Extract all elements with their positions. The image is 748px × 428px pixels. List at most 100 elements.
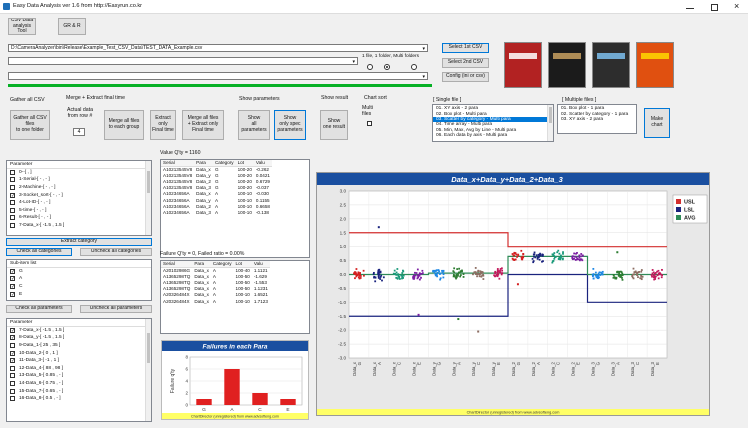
csv-path-input[interactable]: D:\CameraAnalyzer\bin\Release\Example_Te… (8, 44, 428, 52)
book-cover-image[interactable] (504, 42, 542, 88)
list-item[interactable]: 5-time-[ - , - ] (7, 207, 151, 215)
checkbox[interactable] (10, 207, 15, 213)
check-all-categories-button[interactable]: Check all categories (6, 248, 72, 256)
list-item[interactable]: A (7, 275, 151, 283)
list-item[interactable]: C (7, 283, 151, 291)
checkbox[interactable] (10, 350, 15, 356)
show-one-result-button[interactable]: Show one result (320, 110, 348, 140)
checkbox[interactable] (10, 396, 15, 402)
column-header[interactable]: Para (192, 261, 211, 269)
column-header[interactable]: Lot (235, 160, 254, 168)
column-header[interactable]: Lot (233, 261, 252, 269)
multiple-files-list[interactable]: 01. Box plot - 1 para 02. Scatter by cate… (557, 104, 637, 134)
row-number-input[interactable]: 4 (73, 128, 85, 136)
checkbox[interactable] (10, 215, 15, 221)
book-cover-image[interactable] (548, 42, 586, 88)
checkbox[interactable] (10, 169, 15, 175)
column-header[interactable]: Valu (253, 160, 272, 168)
table-row[interactable]: A10234656A Data_x A 100-10 -0.030 (161, 191, 272, 197)
list-item[interactable]: 8-Data_y-[ -1.5 , 1.5 ] (7, 334, 151, 342)
select-1st-csv-button[interactable]: Select 1st CSV (442, 43, 489, 53)
config-button[interactable]: Config (ini or csv) (442, 72, 489, 82)
failure-table[interactable]: Serial Para Category Lot Valu A20102986G Data_… (160, 260, 310, 334)
show-all-params-button[interactable]: Show all parameters (238, 110, 270, 140)
checkbox[interactable] (10, 192, 15, 198)
extract-final-button[interactable]: Extract only Final time (150, 110, 176, 140)
book-cover-image[interactable] (636, 42, 674, 88)
uncheck-all-categories-button[interactable]: Uncheck all categories (80, 248, 152, 256)
gather-csv-button[interactable]: Gather all CSV files to one folder (10, 110, 50, 140)
checkbox[interactable] (10, 177, 15, 183)
list-item[interactable]: 10-Data_2-[ 0 , 1 ] (7, 349, 151, 357)
checkbox[interactable] (10, 223, 15, 229)
maximize-button[interactable] (711, 4, 718, 11)
table-row[interactable]: A10234656A Data_3 A 100-10 -0.138 (161, 210, 272, 216)
checkbox[interactable] (10, 291, 15, 297)
checkbox[interactable] (10, 185, 15, 191)
table-row[interactable]: A20326484X Data_x A 100-10 1.7123 (161, 299, 270, 305)
list-item[interactable]: 13-Data_5-[ 0.85 , - ] (7, 372, 151, 380)
list-item[interactable]: 7-Data_x-[ -1.5 , 1.5 ] (7, 222, 151, 230)
table-row[interactable]: A20326484X Data_x A 100-10 1.6521 (161, 292, 270, 298)
radio-one-file[interactable] (367, 64, 373, 70)
list-item[interactable]: 11-Data_3-[ -1 , 1 ] (7, 357, 151, 365)
extract-category-button[interactable]: Extract category (6, 238, 152, 246)
list-item[interactable]: 4-Lot-ID-[ - , - ] (7, 199, 151, 207)
list-item[interactable]: 15-Data_7-[ 0.65 , - ] (7, 387, 151, 395)
radio-multi-folders[interactable] (411, 64, 417, 70)
checkbox[interactable] (10, 381, 15, 387)
table-row[interactable]: A10213545V8 Data_x G 100-20 -0.262 (161, 167, 272, 174)
list-item[interactable]: 2-Machine-[ - , - ] (7, 184, 151, 192)
gr-rr-button[interactable]: GR & R (58, 18, 86, 35)
list-item[interactable]: 3-Socket_sort-[ - , - ] (7, 191, 151, 199)
column-header[interactable]: Para (194, 160, 213, 168)
checkbox[interactable] (10, 388, 15, 394)
param-list-top[interactable]: Parameter 0--[ , ] 1-Serial-[ - , - ] 2-Ma… (6, 160, 152, 236)
select-2nd-csv-button[interactable]: Select 2nd CSV (442, 58, 489, 68)
csv-tool-button[interactable]: CSV Data analysis Tool (8, 18, 36, 35)
column-header[interactable]: Category (210, 261, 234, 269)
make-chart-button[interactable]: Make chart (644, 108, 670, 138)
single-file-list[interactable]: 01. XY axis - 2 para 02. Box plot - Multi… (432, 104, 554, 142)
list-item[interactable]: 12-Data_4-[ 88 , 98 ] (7, 365, 151, 373)
list-item[interactable]: 06. Each data by axis - Multi para (433, 133, 553, 138)
list-item[interactable]: G (7, 268, 151, 276)
multi-files-checkbox[interactable] (367, 121, 372, 126)
list-item[interactable]: 16-Data_8-[ 0.5 , - ] (7, 395, 151, 403)
checkbox[interactable] (10, 327, 15, 333)
list-item[interactable]: 6-Result-[ - , - ] (7, 214, 151, 222)
column-header[interactable]: Serial (161, 261, 193, 269)
column-header[interactable]: Valu (251, 261, 270, 269)
merge-extract-button[interactable]: Merge all files + Extract only Final tim… (182, 110, 224, 140)
checkbox[interactable] (10, 373, 15, 379)
path2-input[interactable]: ▾ (8, 57, 358, 65)
path3-input[interactable]: ▾ (8, 72, 428, 80)
sub-item-list[interactable]: Sub-item list GACE (6, 259, 152, 301)
list-item[interactable]: 7-Data_x-[ -1.5 , 1.5 ] (7, 327, 151, 335)
list-item[interactable]: 0--[ , ] (7, 169, 151, 177)
table-row[interactable]: A10234656A Data_y A 100-10 0.1155 (161, 198, 272, 204)
param-list-bottom[interactable]: Parameter 7-Data_x-[ -1.5 , 1.5 ] 8-Data_… (6, 318, 152, 422)
table-row[interactable]: A10234656A Data_2 A 100-10 0.6658 (161, 204, 272, 210)
radio-one-folder[interactable] (384, 64, 390, 70)
column-header[interactable]: Category (212, 160, 236, 168)
uncheck-all-params-button[interactable]: Uncheck all parameters (80, 305, 152, 313)
list-item[interactable]: 02. Scatter by category - 1 para (558, 111, 636, 117)
column-header[interactable]: Serial (161, 160, 195, 168)
checkbox[interactable] (10, 276, 15, 282)
checkbox[interactable] (10, 200, 15, 206)
list-item[interactable]: 03. XY axis - 2 para (558, 117, 636, 122)
list-item[interactable]: 1-Serial-[ - , - ] (7, 176, 151, 184)
checkbox[interactable] (10, 343, 15, 349)
value-table[interactable]: Serial Para Category Lot Valu A10213545V8 Data… (160, 159, 310, 258)
book-cover-image[interactable] (592, 42, 630, 88)
checkbox[interactable] (10, 335, 15, 341)
check-all-params-button[interactable]: Check all parameters (6, 305, 72, 313)
checkbox[interactable] (10, 358, 15, 364)
list-item[interactable]: 9-Data_1-[ 25 , 35 ] (7, 342, 151, 350)
checkbox[interactable] (10, 284, 15, 290)
show-spec-params-button[interactable]: Show only spec parameters (274, 110, 306, 140)
checkbox[interactable] (10, 268, 15, 274)
merge-group-button[interactable]: Merge all files to each group (104, 110, 144, 140)
close-button[interactable]: × (734, 1, 739, 11)
